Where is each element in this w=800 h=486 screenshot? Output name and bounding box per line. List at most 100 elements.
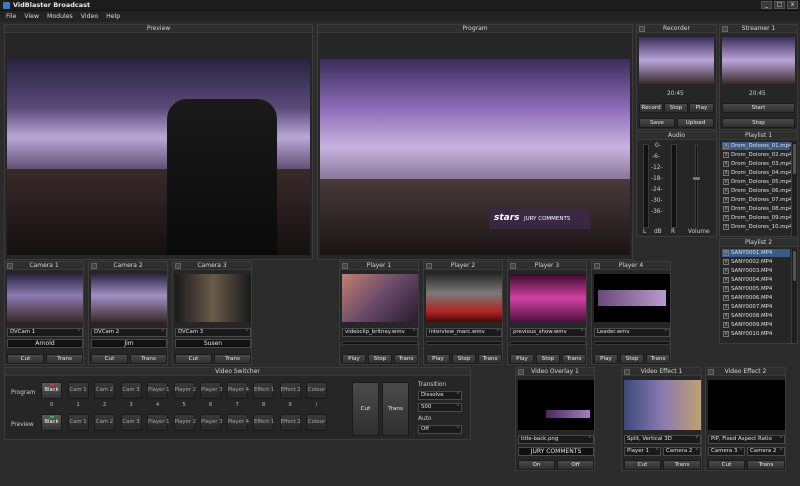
remove-item-icon[interactable]: × <box>723 188 729 194</box>
preview-button-player-2[interactable]: Player 2 <box>173 414 196 431</box>
streamer-close-icon[interactable] <box>722 26 728 32</box>
playlist-item[interactable]: × SANY0007.MP4 <box>722 303 790 311</box>
player4-close-icon[interactable] <box>594 263 600 269</box>
player1-progress[interactable] <box>342 341 418 345</box>
player3-file-select[interactable]: previous_show.wmv <box>510 328 586 337</box>
playlist-item[interactable]: × Drom_Dolores_04.mp4 <box>722 169 792 177</box>
overlay1-close-icon[interactable] <box>518 369 524 375</box>
camera2-source-select[interactable]: DVCam 2 <box>91 328 167 337</box>
effect2-mode-select[interactable]: PiP, Fixed Aspect Ratio <box>708 435 785 444</box>
player1-close-icon[interactable] <box>342 263 348 269</box>
player3-progress[interactable] <box>510 341 586 345</box>
camera2-close-icon[interactable] <box>91 263 97 269</box>
effect1-mode-select[interactable]: Split, Vertical 3D <box>624 435 701 444</box>
camera1-close-icon[interactable] <box>7 263 13 269</box>
program-button-effect-2[interactable]: Effect 2 <box>279 382 301 399</box>
remove-item-icon[interactable]: × <box>723 197 729 203</box>
camera1-cut-button[interactable]: Cut <box>7 354 44 364</box>
close-button[interactable]: x <box>787 1 798 9</box>
preview-button-cam-2[interactable]: Cam 2 <box>94 414 115 431</box>
playlist2-scrollbar[interactable] <box>791 249 797 343</box>
program-button-cam-1[interactable]: Cam 1 <box>67 382 89 399</box>
effect1-source-a-select[interactable]: Player 1 <box>624 447 661 456</box>
remove-item-icon[interactable]: × <box>723 286 729 292</box>
program-button-colour[interactable]: Colour <box>306 382 327 399</box>
player4-play-button[interactable]: Play <box>594 354 618 364</box>
player4-file-select[interactable]: Leader.wmv <box>594 328 670 337</box>
playlist-item[interactable]: × Drom_Dolores_03.mp4 <box>722 160 792 168</box>
camera1-source-select[interactable]: DVCam 1 <box>7 328 83 337</box>
transition-duration-field[interactable]: 500 <box>418 403 462 412</box>
menu-file[interactable]: File <box>6 13 16 20</box>
menu-view[interactable]: View <box>24 13 39 20</box>
overlay1-text-field[interactable]: JURY COMMENTS <box>518 447 594 456</box>
menu-video[interactable]: Video <box>81 13 98 20</box>
recorder-upload-button[interactable]: Upload <box>677 118 714 128</box>
camera1-trans-button[interactable]: Trans <box>46 354 83 364</box>
remove-item-icon[interactable]: × <box>723 250 729 256</box>
effect1-cut-button[interactable]: Cut <box>624 460 661 470</box>
remove-item-icon[interactable]: × <box>723 304 729 310</box>
volume-slider-handle[interactable] <box>692 175 701 181</box>
player3-close-icon[interactable] <box>510 263 516 269</box>
playlist-item[interactable]: × Drom_Dolores_05.mp4 <box>722 178 792 186</box>
player1-trans-button[interactable]: Trans <box>394 354 418 364</box>
effect1-source-b-select[interactable]: Camera 2 <box>663 447 701 456</box>
playlist-item[interactable]: × SANY0002.MP4 <box>722 258 790 266</box>
streamer-stop-button[interactable]: Stop <box>722 118 795 128</box>
playlist-item[interactable]: × Drom_Dolores_10.mp4 <box>722 223 792 231</box>
remove-item-icon[interactable]: × <box>723 322 729 328</box>
player3-trans-button[interactable]: Trans <box>562 354 586 364</box>
minimize-button[interactable]: _ <box>761 1 772 9</box>
remove-item-icon[interactable]: × <box>723 331 729 337</box>
recorder-close-icon[interactable] <box>639 26 645 32</box>
preview-button-effect-2[interactable]: Effect 2 <box>279 414 301 431</box>
playlist-item[interactable]: × SANY0009.MP4 <box>722 321 790 329</box>
playlist-item[interactable]: × SANY0003.MP4 <box>722 267 790 275</box>
program-button-cam-3[interactable]: Cam 3 <box>120 382 142 399</box>
effect2-source-a-select[interactable]: Camera 3 <box>708 447 745 456</box>
remove-item-icon[interactable]: × <box>723 179 729 185</box>
switcher-trans-button[interactable]: Trans <box>382 382 409 436</box>
effect2-close-icon[interactable] <box>708 369 714 375</box>
remove-item-icon[interactable]: × <box>723 152 729 158</box>
playlist-item[interactable]: × SANY0004.MP4 <box>722 276 790 284</box>
playlist-item[interactable]: × Drom_Dolores_09.mp4 <box>722 214 792 222</box>
preview-button-cam-3[interactable]: Cam 3 <box>120 414 142 431</box>
camera3-cut-button[interactable]: Cut <box>175 354 212 364</box>
playlist-item[interactable]: × SANY0001.MP4 <box>722 249 790 257</box>
preview-button-black[interactable]: Black <box>41 414 62 431</box>
auto-select[interactable]: Off <box>418 425 462 434</box>
effect2-source-b-select[interactable]: Camera 2 <box>747 447 785 456</box>
playlist-item[interactable]: × SANY0006.MP4 <box>722 294 790 302</box>
preview-button-player-3[interactable]: Player 3 <box>200 414 223 431</box>
remove-item-icon[interactable]: × <box>723 268 729 274</box>
remove-item-icon[interactable]: × <box>723 224 729 230</box>
camera3-name-field[interactable]: Susen <box>175 339 251 348</box>
effect2-trans-button[interactable]: Trans <box>747 460 785 470</box>
player2-trans-button[interactable]: Trans <box>478 354 502 364</box>
player3-play-button[interactable]: Play <box>510 354 534 364</box>
remove-item-icon[interactable]: × <box>723 277 729 283</box>
preview-button-colour[interactable]: Colour <box>306 414 327 431</box>
playlist-item[interactable]: × Drom_Dolores_02.mp4 <box>722 151 792 159</box>
camera2-cut-button[interactable]: Cut <box>91 354 128 364</box>
overlay1-file-select[interactable]: title-back.png <box>518 435 594 444</box>
overlay1-off-button[interactable]: Off <box>557 460 594 470</box>
player4-progress[interactable] <box>594 341 670 345</box>
player2-close-icon[interactable] <box>426 263 432 269</box>
volume-slider-track[interactable] <box>695 144 698 228</box>
program-button-black[interactable]: Black <box>41 382 62 399</box>
player1-file-select[interactable]: videoclip_britney.wmv <box>342 328 418 337</box>
playlist1-scrollbar[interactable] <box>791 142 797 236</box>
preview-button-cam-1[interactable]: Cam 1 <box>67 414 89 431</box>
record-button[interactable]: Record <box>639 103 663 113</box>
camera3-trans-button[interactable]: Trans <box>214 354 251 364</box>
remove-item-icon[interactable]: × <box>723 206 729 212</box>
recorder-save-button[interactable]: Save <box>639 118 675 128</box>
recorder-stop-button[interactable]: Stop <box>664 103 688 113</box>
player1-play-button[interactable]: Play <box>342 354 366 364</box>
program-button-cam-2[interactable]: Cam 2 <box>94 382 115 399</box>
program-button-player-4[interactable]: Player 4 <box>226 382 249 399</box>
effect1-close-icon[interactable] <box>624 369 630 375</box>
